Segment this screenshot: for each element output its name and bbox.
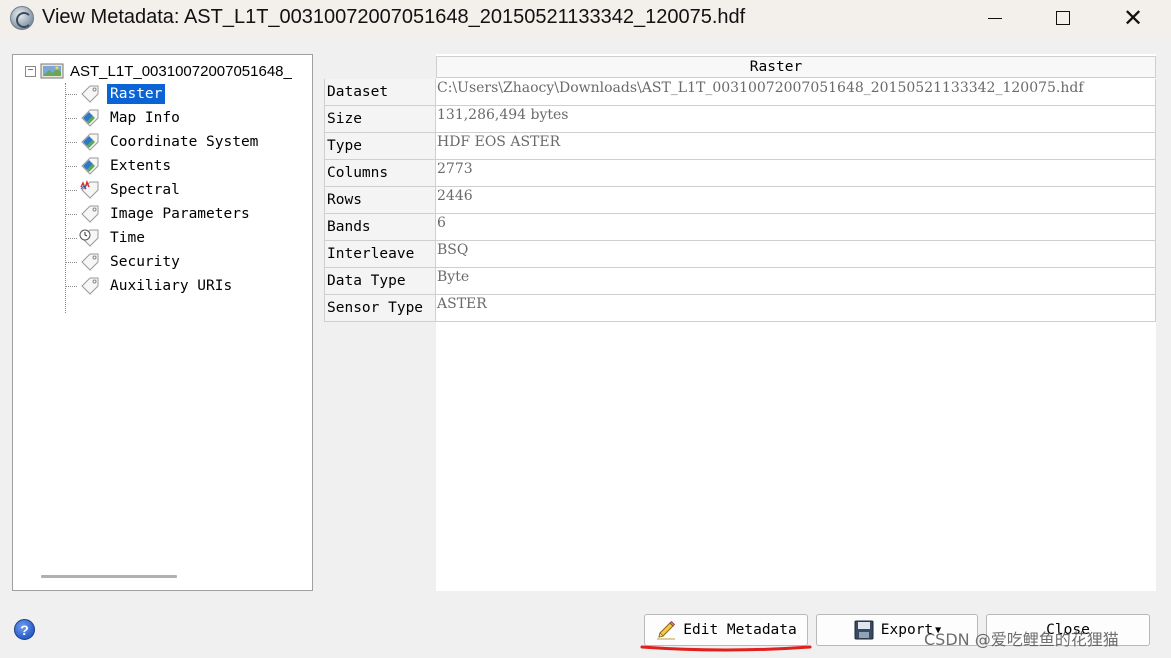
- tree-item-label: Image Parameters: [110, 206, 250, 222]
- tree-item-label: Auxiliary URIs: [110, 278, 233, 294]
- edit-metadata-label: Edit Metadata: [683, 622, 797, 638]
- grid-row-interleave[interactable]: Interleave BSQ: [324, 241, 1156, 268]
- pencil-icon: [657, 620, 676, 640]
- tree-item-raster[interactable]: Raster: [65, 83, 166, 105]
- metadata-grid: Raster Dataset C:\Users\Zhaocy\Downloads…: [324, 54, 1156, 591]
- property-value[interactable]: HDF EOS ASTER: [436, 133, 1156, 160]
- grid-row-sensor-type[interactable]: Sensor Type ASTER: [324, 295, 1156, 322]
- property-value[interactable]: Byte: [436, 268, 1156, 295]
- tree-item-label: Security: [110, 254, 180, 270]
- property-name: Columns: [324, 160, 436, 187]
- property-name: Sensor Type: [324, 295, 436, 322]
- map-tag-icon: [81, 109, 99, 127]
- grid-row-size[interactable]: Size 131,286,494 bytes: [324, 106, 1156, 133]
- clock-tag-icon: [79, 229, 99, 247]
- tag-icon: [81, 85, 99, 103]
- grid-header: Raster: [436, 56, 1156, 78]
- tree-item-image-parameters[interactable]: Image Parameters: [65, 203, 253, 225]
- tree-root-node[interactable]: − AST_L1T_00310072007051648_: [25, 61, 292, 81]
- map-tag-icon: [81, 157, 99, 175]
- tree-item-auxiliary-uris[interactable]: Auxiliary URIs: [65, 275, 235, 297]
- property-name: Rows: [324, 187, 436, 214]
- maximize-icon: [1056, 11, 1070, 25]
- property-name: Size: [324, 106, 436, 133]
- property-value[interactable]: 2446: [436, 187, 1156, 214]
- spectral-tag-icon: [80, 179, 99, 199]
- tree-item-label: Extents: [110, 158, 172, 174]
- window-title: View Metadata: AST_L1T_00310072007051648…: [42, 6, 746, 28]
- tag-icon: [81, 253, 99, 271]
- grid-row-columns[interactable]: Columns 2773: [324, 160, 1156, 187]
- property-name: Interleave: [324, 241, 436, 268]
- title-bar: View Metadata: AST_L1T_00310072007051648…: [0, 0, 1171, 38]
- property-value[interactable]: ASTER: [436, 295, 1156, 322]
- tree-item-label: Coordinate System: [110, 134, 259, 150]
- save-disk-icon: [854, 620, 874, 640]
- map-tag-icon: [81, 133, 99, 151]
- app-icon: [10, 6, 34, 30]
- grid-row-bands[interactable]: Bands 6: [324, 214, 1156, 241]
- grid-row-data-type[interactable]: Data Type Byte: [324, 268, 1156, 295]
- horizontal-scrollbar[interactable]: [41, 575, 177, 578]
- grid-row-rows[interactable]: Rows 2446: [324, 187, 1156, 214]
- close-icon: ✕: [1122, 4, 1144, 32]
- help-icon: ?: [20, 621, 29, 638]
- tree-item-label: Spectral: [110, 182, 180, 198]
- edit-metadata-button[interactable]: Edit Metadata: [644, 614, 808, 646]
- tag-icon: [81, 277, 99, 295]
- tree-item-security[interactable]: Security: [65, 251, 183, 273]
- grid-row-type[interactable]: Type HDF EOS ASTER: [324, 133, 1156, 160]
- property-name: Type: [324, 133, 436, 160]
- property-value[interactable]: 6: [436, 214, 1156, 241]
- minimize-icon: [988, 17, 1002, 19]
- tree-root-label: AST_L1T_00310072007051648_: [70, 62, 292, 80]
- grid-row-dataset[interactable]: Dataset C:\Users\Zhaocy\Downloads\AST_L1…: [324, 79, 1156, 106]
- tree-item-extents[interactable]: Extents: [65, 155, 174, 177]
- tree-item-map-info[interactable]: Map Info: [65, 107, 183, 129]
- tree-item-label: Map Info: [110, 110, 180, 126]
- close-window-button[interactable]: ✕: [1098, 0, 1168, 36]
- property-value[interactable]: 2773: [436, 160, 1156, 187]
- minimize-button[interactable]: [960, 0, 1030, 36]
- tag-icon: [81, 205, 99, 223]
- property-name: Dataset: [324, 79, 436, 106]
- annotation-underline: [640, 645, 812, 652]
- tree-item-coordinate-system[interactable]: Coordinate System: [65, 131, 261, 153]
- tree-item-label: Time: [110, 230, 145, 246]
- help-button[interactable]: ?: [14, 619, 35, 640]
- property-value[interactable]: BSQ: [436, 241, 1156, 268]
- collapse-icon[interactable]: −: [25, 65, 36, 77]
- property-value[interactable]: C:\Users\Zhaocy\Downloads\AST_L1T_003100…: [436, 79, 1156, 106]
- tree-item-spectral[interactable]: Spectral: [65, 179, 183, 201]
- maximize-button[interactable]: [1028, 0, 1098, 36]
- property-value[interactable]: 131,286,494 bytes: [436, 106, 1156, 133]
- raster-file-icon: [40, 63, 64, 79]
- tree-item-label: Raster: [107, 84, 166, 104]
- grid-header-label: Raster: [749, 59, 803, 75]
- tree-item-time[interactable]: Time: [65, 227, 148, 249]
- metadata-tree[interactable]: − AST_L1T_00310072007051648_ Raster Map …: [12, 54, 313, 591]
- property-name: Data Type: [324, 268, 436, 295]
- watermark: CSDN @爱吃鲤鱼的花狸猫: [924, 630, 1119, 649]
- property-name: Bands: [324, 214, 436, 241]
